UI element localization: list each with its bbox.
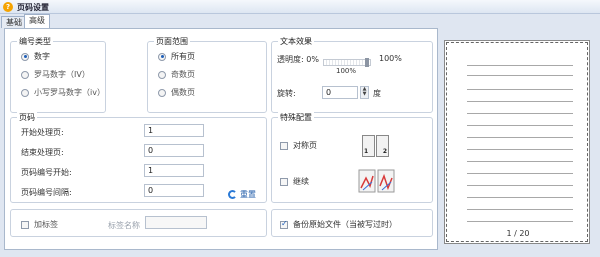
text-effect-group: 文本效果 透明度: 0% 100% 100% 旋转: 0 ▲ ▼ 度 [271, 36, 433, 113]
add-tag-label: 加标签 [34, 220, 58, 229]
tag-group: 加标签 标签名称 [10, 209, 267, 237]
radio-button[interactable] [21, 70, 29, 79]
backup-label: 备份原始文件（当被写过时） [293, 220, 397, 229]
preview-text-line [467, 65, 573, 66]
app-logo-icon: ? [3, 2, 13, 12]
radio-button-selected[interactable] [21, 52, 29, 61]
tag-name-input[interactable] [145, 216, 207, 229]
reset-button[interactable]: 重置 [228, 189, 256, 200]
booklet-left-page: 1 [362, 135, 375, 157]
preview-text-line [467, 89, 573, 90]
page-range-group: 页面范围 所有页 奇数页 偶数页 [147, 36, 267, 113]
number-interval-input[interactable]: 0 [144, 184, 204, 197]
end-page-input[interactable]: 0 [144, 144, 204, 157]
text-effect-title: 文本效果 [278, 36, 314, 47]
continue-label: 继续 [293, 177, 309, 186]
preview-text-line [467, 197, 573, 198]
settings-panel: 编号类型 数字 罗马数字（IV） 小写罗马数字（iv） 页面范围 所有页 奇数页… [4, 28, 438, 250]
rotation-spinner[interactable]: ▲ ▼ [360, 86, 369, 99]
facing-pages-icon: 1 2 [362, 135, 390, 157]
preview-text-line [467, 113, 573, 114]
window-title: 页码设置 [17, 3, 49, 12]
rotation-unit-label: 度 [373, 89, 381, 98]
preview-text-line [467, 149, 573, 150]
backup-checkbox[interactable] [280, 219, 288, 229]
number-type-arabic-option[interactable]: 数字 [21, 51, 50, 62]
title-bar: ? 页码设置 [0, 0, 600, 14]
page-range-odd-option[interactable]: 奇数页 [158, 69, 195, 80]
continue-option[interactable]: 继续 [280, 176, 309, 187]
radio-button[interactable] [21, 88, 29, 97]
page-code-title: 页码 [17, 112, 37, 123]
facing-pages-label: 对称页 [293, 141, 317, 150]
special-config-title: 特殊配置 [278, 112, 314, 123]
facing-pages-option[interactable]: 对称页 [280, 140, 317, 151]
tag-name-label: 标签名称 [108, 221, 140, 230]
preview-text-line [467, 75, 573, 76]
tab-advanced[interactable]: 高级 [24, 14, 50, 28]
backup-option[interactable]: 备份原始文件（当被写过时） [280, 219, 397, 230]
slider-thumb[interactable] [365, 58, 369, 67]
booklet-left-number: 1 [364, 148, 369, 155]
page-preview: 1 / 20 [444, 40, 590, 244]
opacity-slider[interactable] [323, 58, 371, 67]
booklet-right-page: 2 [376, 135, 389, 157]
option-label: 数字 [34, 52, 50, 61]
number-type-title: 编号类型 [17, 36, 53, 47]
preview-text-line [467, 137, 573, 138]
number-start-label: 页码编号开始: [21, 168, 72, 177]
option-label: 偶数页 [171, 88, 195, 97]
reset-label: 重置 [240, 190, 256, 199]
radio-button-selected[interactable] [158, 52, 166, 61]
opacity-max-label: 100% [379, 54, 402, 63]
radio-button[interactable] [158, 88, 166, 97]
number-start-input[interactable]: 1 [144, 164, 204, 177]
continue-numbering-icon [358, 169, 395, 193]
preview-text-line [467, 221, 573, 222]
rotation-label: 旋转: [277, 89, 296, 98]
spin-down-icon[interactable]: ▼ [361, 92, 368, 97]
page-range-all-option[interactable]: 所有页 [158, 51, 195, 62]
continue-checkbox[interactable] [280, 177, 288, 186]
option-label: 奇数页 [171, 70, 195, 79]
preview-text-line [467, 185, 573, 186]
page-range-title: 页面范围 [154, 36, 190, 47]
option-label: 小写罗马数字（iv） [34, 88, 105, 97]
rotation-input[interactable]: 0 [322, 86, 358, 99]
preview-text-line [467, 161, 573, 162]
add-tag-checkbox[interactable] [21, 220, 29, 229]
booklet-right-number: 2 [382, 148, 387, 155]
backup-group: 备份原始文件（当被写过时） [271, 209, 433, 237]
opacity-min-label: 0% [306, 55, 319, 64]
start-page-label: 开始处理页: [21, 128, 64, 137]
start-page-input[interactable]: 1 [144, 124, 204, 137]
add-tag-option[interactable]: 加标签 [21, 219, 58, 230]
special-config-group: 特殊配置 对称页 1 2 继续 [271, 112, 433, 203]
opacity-label: 透明度: 0% [277, 54, 319, 65]
number-type-roman-option[interactable]: 罗马数字（IV） [21, 69, 90, 80]
number-interval-label: 页码编号间隔: [21, 188, 72, 197]
opacity-value-label: 100% [336, 67, 357, 75]
opacity-label-text: 透明度: [277, 55, 304, 64]
option-label: 所有页 [171, 52, 195, 61]
preview-text-line [467, 209, 573, 210]
option-label: 罗马数字（IV） [34, 70, 90, 79]
number-type-lower-roman-option[interactable]: 小写罗马数字（iv） [21, 87, 105, 98]
number-type-group: 编号类型 数字 罗马数字（IV） 小写罗马数字（iv） [10, 36, 106, 113]
preview-text-line [467, 173, 573, 174]
end-page-label: 结束处理页: [21, 148, 64, 157]
tab-bar: 基础 高级 [0, 14, 600, 28]
preview-text-line [467, 101, 573, 102]
preview-text-line [467, 125, 573, 126]
facing-pages-checkbox[interactable] [280, 141, 288, 150]
radio-button[interactable] [158, 70, 166, 79]
page-range-even-option[interactable]: 偶数页 [158, 87, 195, 98]
preview-page-indicator: 1 / 20 [506, 229, 530, 238]
refresh-icon [228, 190, 237, 199]
